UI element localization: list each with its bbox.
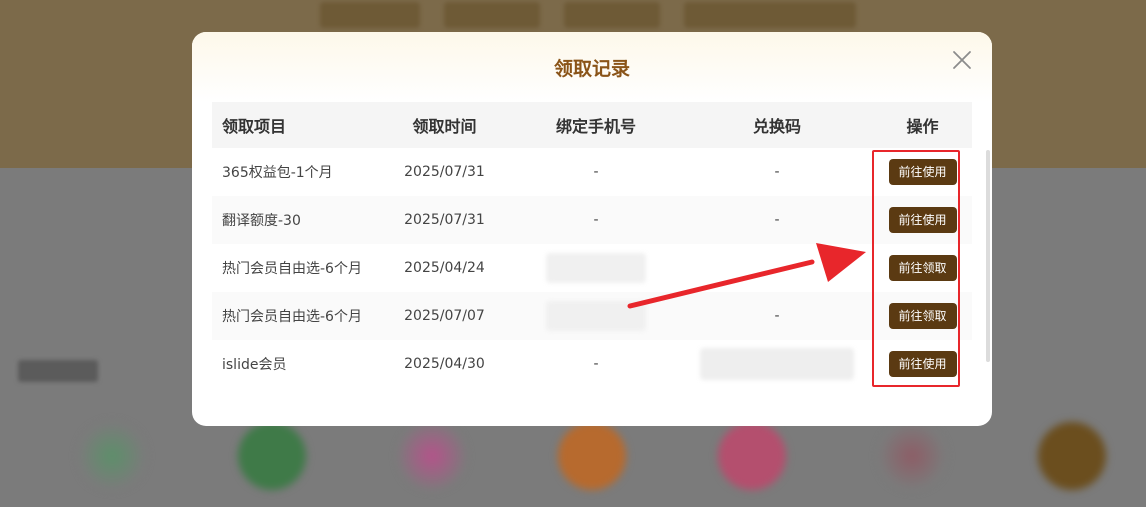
annotation-arrow-icon [627,243,866,309]
